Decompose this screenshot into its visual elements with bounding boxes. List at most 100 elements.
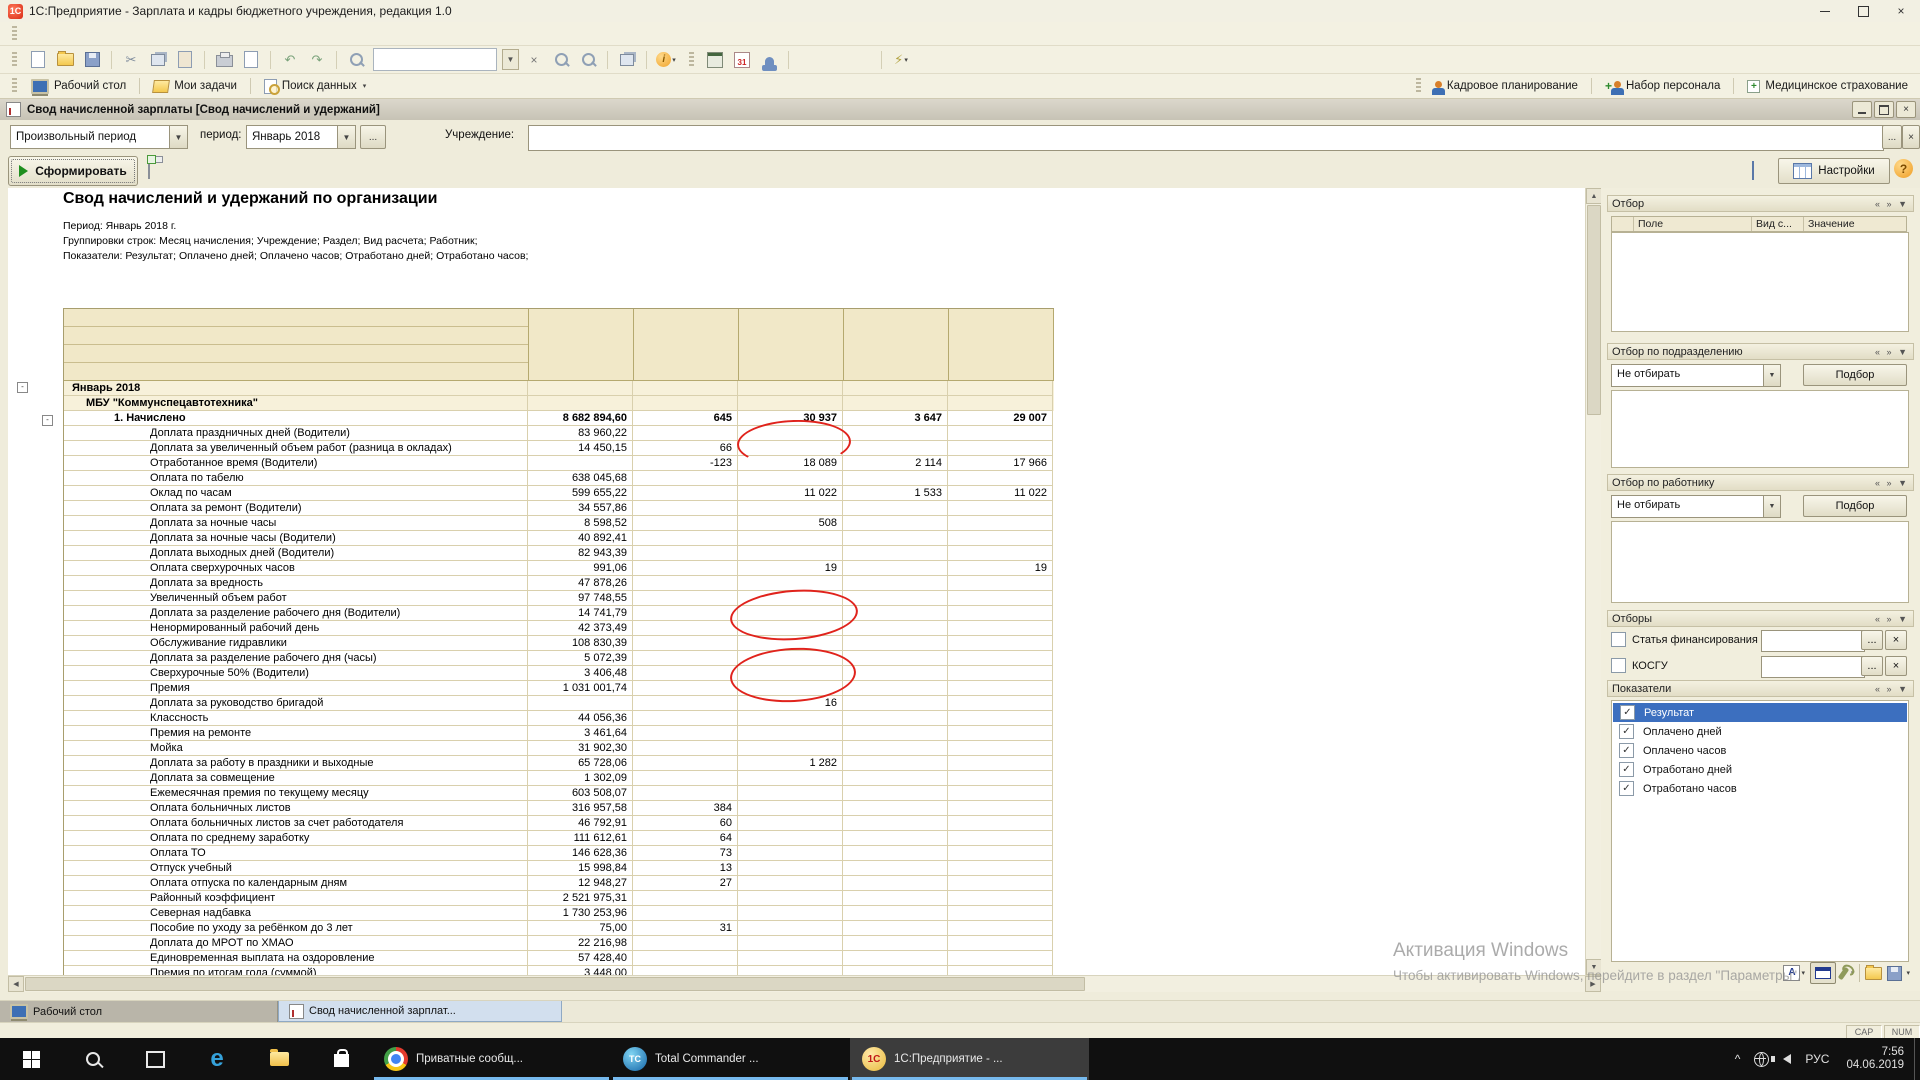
checkbox-checked[interactable]: ✓	[1619, 762, 1634, 777]
kosgu-ellipsis-button[interactable]: ...	[1861, 656, 1883, 676]
help-button[interactable]: ?	[1894, 159, 1913, 178]
table-row[interactable]: Оклад по часам 599 655,22 11 022 1 533 1…	[64, 486, 1054, 501]
taskbar-app-button[interactable]: Приватные сообщ...	[372, 1038, 611, 1080]
employee-filter-combo[interactable]: Не отбирать ▼	[1611, 495, 1781, 518]
checkbox-checked[interactable]: ✓	[1619, 743, 1634, 758]
table-row[interactable]: Премия 1 031 001,74	[64, 681, 1054, 696]
window-close-button[interactable]: ×	[1896, 101, 1916, 118]
organization-ellipsis-button[interactable]: ...	[1882, 125, 1902, 149]
menu-item[interactable]	[41, 31, 59, 37]
paste-button[interactable]	[173, 48, 197, 72]
employee-list[interactable]	[1611, 521, 1909, 603]
table-row[interactable]: Оплата по среднему заработку 111 612,61 …	[64, 831, 1054, 846]
financing-item-input[interactable]	[1761, 630, 1865, 652]
table-row[interactable]: Мойка 31 902,30	[64, 741, 1054, 756]
department-filter-combo[interactable]: Не отбирать ▼	[1611, 364, 1781, 387]
report-table[interactable]: Январь 2018 МБУ "Коммунспецавтотехника" …	[63, 308, 1054, 975]
table-row[interactable]: Районный коэффициент 2 521 975,31	[64, 891, 1054, 906]
window-restore-button[interactable]	[1874, 101, 1894, 118]
menu-item[interactable]	[185, 31, 203, 37]
file-explorer-button[interactable]	[248, 1038, 310, 1080]
table-row[interactable]: Премия на ремонте 3 461,64	[64, 726, 1054, 741]
clock[interactable]: 7:56 04.06.2019	[1846, 1046, 1904, 1072]
chevron-down-icon[interactable]: ▼	[337, 126, 355, 148]
memory-button[interactable]	[822, 49, 848, 71]
table-row[interactable]: Премия по итогам года (суммой) 3 448,00	[64, 966, 1054, 975]
redo-button[interactable]: ↷	[305, 48, 329, 72]
volume-icon[interactable]	[1783, 1054, 1791, 1064]
table-settings-button[interactable]	[1810, 962, 1836, 984]
checkbox-checked[interactable]: ✓	[1619, 724, 1634, 739]
table-row[interactable]: Единовременная выплата на оздоровление 5…	[64, 951, 1054, 966]
cut-button[interactable]: ✂	[119, 48, 143, 72]
table-row[interactable]: Доплата за руководство бригадой 16	[64, 696, 1054, 711]
vertical-scroll-thumb[interactable]	[1587, 205, 1601, 415]
edge-button[interactable]: e	[186, 1038, 248, 1080]
scroll-up-arrow[interactable]: ▲	[1586, 188, 1602, 204]
user-lock-button[interactable]	[757, 48, 781, 72]
table-row[interactable]: Оплата за ремонт (Водители) 34 557,86	[64, 501, 1054, 516]
table-row[interactable]: МБУ "Коммунспецавтотехника"	[64, 396, 1054, 411]
table-row[interactable]: Оплата отпуска по календарным дням 12 94…	[64, 876, 1054, 891]
employee-pick-button[interactable]: Подбор	[1803, 495, 1907, 517]
tab-report[interactable]: Свод начисленной зарплат...	[278, 1001, 562, 1022]
window-minimize-button[interactable]	[1852, 101, 1872, 118]
menu-item[interactable]	[113, 31, 131, 37]
settings-button[interactable]: Настройки	[1778, 158, 1890, 184]
tools-button[interactable]: ▾	[1841, 967, 1855, 980]
financing-ellipsis-button[interactable]: ...	[1861, 630, 1883, 650]
window-copy-button[interactable]	[615, 48, 639, 72]
menu-item[interactable]	[149, 31, 167, 37]
period-ellipsis-button[interactable]: ...	[360, 125, 386, 149]
table-row[interactable]: Классность 44 056,36	[64, 711, 1054, 726]
data-search-button[interactable]: Поиск данных▾	[256, 77, 374, 96]
hr-planning-button[interactable]: Кадровое планирование	[1427, 78, 1586, 94]
table-row[interactable]: Доплата за совмещение 1 302,09	[64, 771, 1054, 786]
find-next-button[interactable]	[549, 48, 573, 72]
table-row[interactable]: Сверхурочные 50% (Водители) 3 406,48	[64, 666, 1054, 681]
indicator-item[interactable]: ✓ Оплачено дней	[1612, 722, 1908, 741]
kosgu-clear-button[interactable]: ×	[1885, 656, 1907, 676]
chevron-down-icon[interactable]: ▼	[1763, 365, 1780, 386]
checkbox-checked[interactable]: ✓	[1619, 781, 1634, 796]
search-dropdown-button[interactable]: ▼	[502, 49, 519, 70]
checkbox-unchecked[interactable]	[1611, 632, 1626, 647]
menu-item[interactable]	[59, 31, 77, 37]
chevron-down-icon[interactable]: ▼	[1763, 496, 1780, 517]
taskbar-app-button[interactable]: 1С 1С:Предприятие - ...	[850, 1038, 1089, 1080]
period-value-combo[interactable]: Январь 2018 ▼	[246, 125, 356, 149]
find-button[interactable]	[344, 48, 368, 72]
calendar-button[interactable]: 31	[730, 48, 754, 72]
table-row[interactable]: Доплата за увеличенный объем работ (разн…	[64, 441, 1054, 456]
filter-list[interactable]	[1611, 232, 1909, 332]
undo-button[interactable]: ↶	[278, 48, 302, 72]
department-pick-button[interactable]: Подбор	[1803, 364, 1907, 386]
table-row[interactable]: Оплата сверхурочных часов 991,06 19 19	[64, 561, 1054, 576]
table-row[interactable]: Отработанное время (Водители) -123 18 08…	[64, 456, 1054, 471]
table-row[interactable]: Доплата за вредность 47 878,26	[64, 576, 1054, 591]
checkbox-checked[interactable]: ✓	[1620, 705, 1635, 720]
filters-panel-header[interactable]: Отборы « » ▼	[1607, 610, 1914, 627]
table-row[interactable]: Оплата ТО 146 628,36 73	[64, 846, 1054, 861]
indicator-item[interactable]: ✓ Оплачено часов	[1612, 741, 1908, 760]
medical-insurance-button[interactable]: +Медицинское страхование	[1739, 78, 1916, 95]
period-kind-combo[interactable]: Произвольный период ▼	[10, 125, 188, 149]
indicators-panel-header[interactable]: Показатели « » ▼	[1607, 680, 1914, 697]
my-tasks-button[interactable]: Мои задачи	[145, 78, 245, 95]
show-desktop-button[interactable]	[1914, 1038, 1920, 1080]
menu-item[interactable]	[23, 31, 41, 37]
table-row[interactable]: Увеличенный объем работ 97 748,55	[64, 591, 1054, 606]
table-row[interactable]: Обслуживание гидравлики 108 830,39	[64, 636, 1054, 651]
table-row[interactable]: Доплата до МРОТ по ХМАО 22 216,98	[64, 936, 1054, 951]
desktop-panel-button[interactable]: Рабочий стол	[23, 77, 134, 96]
chevron-down-icon[interactable]: ▼	[169, 126, 187, 148]
table-row[interactable]: Январь 2018	[64, 381, 1054, 396]
language-indicator[interactable]: РУС	[1805, 1052, 1829, 1066]
tab-desktop[interactable]: Рабочий стол	[0, 1001, 278, 1022]
menu-item[interactable]	[95, 31, 113, 37]
financing-clear-button[interactable]: ×	[1885, 630, 1907, 650]
copy-button[interactable]	[146, 48, 170, 72]
clear-search-button[interactable]: ×	[522, 48, 546, 72]
scroll-left-arrow[interactable]: ◀	[8, 976, 24, 992]
taskbar-search-button[interactable]	[62, 1038, 124, 1080]
